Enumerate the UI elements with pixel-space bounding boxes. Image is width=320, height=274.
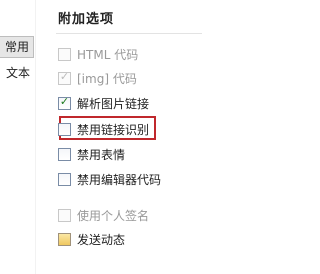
option-label: 禁用编辑器代码 <box>77 172 162 187</box>
option-use-signature[interactable]: 使用个人签名 <box>58 206 149 224</box>
option-html-code[interactable]: HTML 代码 <box>58 45 138 63</box>
option-send-feed[interactable]: 发送动态 <box>58 230 125 248</box>
check-icon: ✓ <box>59 94 70 108</box>
option-parse-image-links[interactable]: ✓ 解析图片链接 <box>58 94 149 112</box>
html-code-checkbox[interactable] <box>58 47 71 61</box>
option-label: 禁用链接识别 <box>77 122 150 137</box>
panel-title: 附加选项 <box>58 12 115 27</box>
disable-editor-code-checkbox[interactable] <box>58 172 71 186</box>
disable-link-recognition-checkbox[interactable] <box>58 122 71 136</box>
tab-common[interactable]: 常用 <box>0 36 34 58</box>
text-mode-label-text: 文本 <box>5 66 30 80</box>
parse-image-links-checkbox[interactable]: ✓ <box>58 94 71 110</box>
option-disable-smilies[interactable]: 禁用表情 <box>58 145 125 163</box>
option-label: 发送动态 <box>77 232 126 247</box>
panel-divider <box>56 33 202 34</box>
screen: 常用 文本 附加选项 HTML 代码 ✓ [img] 代码 ✓ 解析图片链接 禁… <box>0 0 202 274</box>
option-disable-link-recognition[interactable]: 禁用链接识别 <box>58 116 156 140</box>
option-label: HTML 代码 <box>77 47 139 62</box>
option-label: 解析图片链接 <box>77 96 150 111</box>
check-icon: ✓ <box>59 69 70 83</box>
text-mode-label[interactable]: 文本 <box>0 64 34 82</box>
option-label: 使用个人签名 <box>77 208 150 223</box>
option-label: [img] 代码 <box>77 71 137 86</box>
send-feed-checkbox[interactable] <box>58 232 71 246</box>
option-img-code[interactable]: ✓ [img] 代码 <box>58 69 137 87</box>
use-signature-checkbox[interactable] <box>58 208 71 222</box>
option-disable-editor-code[interactable]: 禁用编辑器代码 <box>58 170 161 188</box>
img-code-checkbox[interactable]: ✓ <box>58 69 71 85</box>
extra-options-panel: 附加选项 HTML 代码 ✓ [img] 代码 ✓ 解析图片链接 禁用链接识别 … <box>50 0 202 274</box>
editor-divider <box>35 0 36 274</box>
disable-smilies-checkbox[interactable] <box>58 147 71 161</box>
tab-common-label: 常用 <box>4 40 29 54</box>
option-label: 禁用表情 <box>77 147 126 162</box>
